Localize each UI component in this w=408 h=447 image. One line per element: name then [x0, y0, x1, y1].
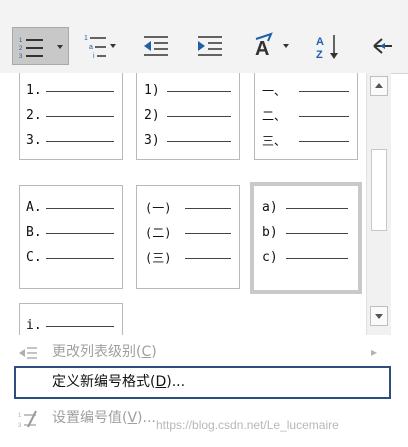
numbering-format-tile[interactable]: i. — [19, 303, 123, 335]
arrow-up-icon — [375, 83, 383, 88]
submenu-arrow-icon: ▸ — [370, 345, 377, 359]
change-level-icon — [19, 347, 37, 359]
svg-text:a: a — [89, 44, 93, 51]
list-marker: i. — [26, 318, 42, 333]
define-new-number-format-item[interactable]: 定义新编号格式(D)... — [14, 366, 391, 399]
list-marker: C. — [26, 250, 42, 265]
svg-text:1: 1 — [84, 35, 88, 42]
numbering-format-tile[interactable]: 一、 二、 三、 — [254, 73, 358, 160]
scroll-up-button[interactable] — [370, 76, 388, 96]
show-hide-marks-button[interactable] — [366, 27, 408, 65]
decrease-indent-button[interactable] — [138, 27, 174, 65]
decrease-indent-icon — [144, 36, 168, 56]
sort-button[interactable]: A Z — [310, 27, 346, 65]
change-list-level-item[interactable]: 更改列表级别(C) ▸ — [14, 336, 391, 369]
list-marker: 1) — [144, 83, 160, 98]
list-marker: c) — [262, 250, 278, 265]
watermark-text: https://blog.csdn.net/Le_lucemaire — [156, 418, 339, 432]
numbering-library: 1. 2. 3. 1) 2) 3) 一、 二、 三、 A. B. C. (一) … — [0, 73, 366, 335]
multilevel-list-icon: 1 a i — [84, 35, 116, 60]
menu-item-label: 设置编号值(V)... — [52, 410, 156, 426]
list-marker: B. — [26, 225, 42, 240]
list-marker: 1. — [26, 83, 42, 98]
sort-az-icon: A Z — [316, 35, 338, 61]
numbering-format-tile-selected[interactable]: a) b) c) — [250, 182, 362, 294]
show-hide-icon — [373, 38, 392, 54]
numbering-button[interactable]: 1 2 3 — [12, 27, 69, 65]
set-value-icon: 1 3 — [18, 410, 37, 429]
menu-item-label: 定义新编号格式(D)... — [52, 374, 186, 390]
numbering-format-tile[interactable]: A. B. C. — [19, 185, 123, 289]
chinese-layout-icon: A — [255, 32, 289, 60]
list-marker: 3. — [26, 133, 42, 148]
list-marker: A. — [26, 200, 42, 215]
list-marker: 2) — [144, 108, 160, 123]
svg-text:1: 1 — [18, 413, 22, 419]
menu-item-label: 更改列表级别(C) — [52, 344, 157, 360]
list-marker: (一) — [145, 201, 172, 215]
gallery-scrollbar[interactable] — [366, 73, 391, 335]
chevron-down-icon — [57, 45, 63, 49]
list-marker: (二) — [145, 226, 172, 240]
list-marker: 三、 — [262, 134, 287, 148]
list-marker: 一、 — [262, 84, 287, 98]
svg-text:3: 3 — [18, 423, 22, 429]
numbering-format-tile[interactable]: 1) 2) 3) — [136, 73, 240, 160]
increase-indent-button[interactable] — [192, 27, 228, 65]
list-marker: (三) — [145, 251, 172, 265]
svg-text:A: A — [316, 36, 324, 48]
svg-text:i: i — [93, 53, 95, 60]
arrow-down-icon — [375, 314, 383, 319]
list-marker: 3) — [144, 133, 160, 148]
list-marker: b) — [262, 225, 278, 240]
svg-text:A: A — [255, 38, 269, 60]
scroll-down-button[interactable] — [370, 306, 388, 326]
list-marker: a) — [262, 200, 278, 215]
multilevel-list-button[interactable]: 1 a i — [80, 27, 122, 65]
numbering-format-tile[interactable]: (一) (二) (三) — [136, 185, 240, 289]
svg-text:Z: Z — [316, 49, 323, 61]
paragraph-toolbar: 1 2 3 1 a i A A Z — [0, 0, 408, 74]
increase-indent-icon — [198, 36, 222, 56]
list-marker: 二、 — [262, 109, 287, 123]
scrollbar-thumb[interactable] — [371, 149, 387, 231]
numbering-format-tile[interactable]: 1. 2. 3. — [19, 73, 123, 160]
list-marker: 2. — [26, 108, 42, 123]
chinese-layout-button[interactable]: A — [250, 27, 296, 65]
